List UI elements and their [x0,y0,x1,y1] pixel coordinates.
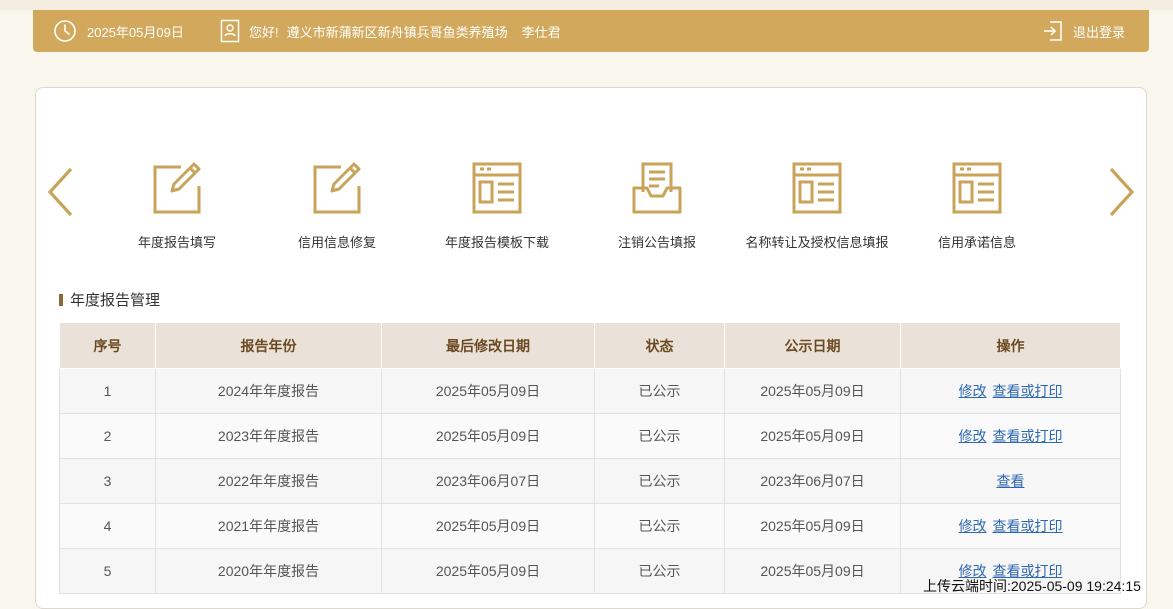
cell-published: 2025年05月09日 [724,503,901,549]
date-text: 2025年05月09日 [87,24,184,40]
view-print-link[interactable]: 查看或打印 [993,383,1063,399]
chevron-left-icon [47,167,73,217]
clock-icon [53,19,77,43]
cell-modified: 2025年05月09日 [381,503,595,549]
section-title-marker [59,293,63,306]
nav-item-annual-report-fill[interactable]: 年度报告填写 [102,160,252,251]
cell-modified: 2025年05月09日 [381,413,595,459]
carousel-next-button[interactable] [1107,166,1137,218]
edit-link[interactable]: 修改 [959,383,987,399]
cell-year: 2021年年度报告 [155,503,382,549]
user-card-icon [220,19,240,43]
cell-year: 2024年年度报告 [155,368,382,414]
cell-year: 2022年年度报告 [155,458,382,504]
table-row: 1 2024年年度报告 2025年05月09日 已公示 2025年05月09日 … [59,368,1121,414]
header-date: 2025年05月09日 [53,10,184,52]
section-title: 年度报告管理 [59,289,160,310]
header-status: 状态 [594,322,725,369]
logout-icon [1042,20,1064,42]
header-user-info: 您好! 遵义市新蒲新区新舟镇兵哥鱼类养殖场 李仕君 [220,10,561,52]
section-title-text: 年度报告管理 [70,292,161,309]
nav-label: 信用信息修复 [297,235,376,250]
nav-item-template-download[interactable]: 年度报告模板下载 [422,160,572,251]
cell-status: 已公示 [594,413,725,459]
cell-status: 已公示 [594,368,725,414]
header-bar: 2025年05月09日 您好! 遵义市新蒲新区新舟镇兵哥鱼类养殖场 李仕君 退出… [33,10,1149,52]
logout-button[interactable]: 退出登录 [1042,10,1125,52]
cell-status: 已公示 [594,548,725,594]
cell-year: 2023年年度报告 [155,413,382,459]
table-header-row: 序号 报告年份 最后修改日期 状态 公示日期 操作 [59,322,1121,369]
upload-time-text: 上传云端时间:2025-05-09 19:24:15 [923,578,1141,594]
annual-report-table: 序号 报告年份 最后修改日期 状态 公示日期 操作 1 2024年年度报告 20… [59,322,1121,594]
logout-label: 退出登录 [1073,24,1126,40]
cell-status: 已公示 [594,458,725,504]
header-no: 序号 [59,322,156,369]
company-name: 遵义市新蒲新区新舟镇兵哥鱼类养殖场 [286,24,508,40]
cell-modified: 2023年06月07日 [381,458,595,504]
edit-icon [151,160,203,216]
cell-published: 2025年05月09日 [724,548,901,594]
header-actions: 操作 [900,322,1121,369]
cell-year: 2020年年度报告 [155,548,382,594]
cell-published: 2023年06月07日 [724,458,901,504]
header-last-modified: 最后修改日期 [381,322,595,369]
edit-icon [311,160,363,216]
nav-label: 名称转让及授权信息填报 [745,235,889,250]
greeting-text: 您好! [249,24,279,40]
template-icon [951,160,1003,216]
view-print-link[interactable]: 查看或打印 [993,518,1063,534]
cell-actions: 修改 查看或打印 [900,413,1121,459]
nav-item-cancellation-notice[interactable]: 注销公告填报 [582,160,732,251]
chevron-right-icon [1109,167,1135,217]
cell-no: 5 [59,548,156,594]
cell-actions: 查看 [900,458,1121,504]
cell-no: 3 [59,458,156,504]
cell-no: 4 [59,503,156,549]
cell-published: 2025年05月09日 [724,413,901,459]
carousel-prev-button[interactable] [45,166,75,218]
top-strip [0,0,1173,10]
nav-label: 年度报告填写 [137,235,216,250]
nav-label: 年度报告模板下载 [444,235,549,250]
nav-item-name-transfer[interactable]: 名称转让及授权信息填报 [742,160,892,251]
edit-link[interactable]: 修改 [959,428,987,444]
cell-status: 已公示 [594,503,725,549]
cell-actions: 修改 查看或打印 [900,503,1121,549]
edit-link[interactable]: 修改 [959,518,987,534]
nav-label: 注销公告填报 [617,235,696,250]
inbox-doc-icon [631,160,683,216]
table-row: 2 2023年年度报告 2025年05月09日 已公示 2025年05月09日 … [59,413,1121,459]
header-report-year: 报告年份 [155,322,382,369]
cell-no: 2 [59,413,156,459]
header-publish-date: 公示日期 [724,322,901,369]
template-icon [791,160,843,216]
view-print-link[interactable]: 查看或打印 [993,428,1063,444]
template-icon [471,160,523,216]
table-row: 4 2021年年度报告 2025年05月09日 已公示 2025年05月09日 … [59,503,1121,549]
cell-modified: 2025年05月09日 [381,368,595,414]
view-link[interactable]: 查看 [997,473,1025,489]
cell-published: 2025年05月09日 [724,368,901,414]
table-row: 3 2022年年度报告 2023年06月07日 已公示 2023年06月07日 … [59,458,1121,504]
nav-item-credit-repair[interactable]: 信用信息修复 [262,160,412,251]
nav-item-credit-commitment[interactable]: 信用承诺信息 [902,160,1052,251]
user-name: 李仕君 [521,24,561,40]
cell-actions: 修改 查看或打印 [900,368,1121,414]
cell-modified: 2025年05月09日 [381,548,595,594]
cell-no: 1 [59,368,156,414]
nav-label: 信用承诺信息 [937,235,1016,250]
